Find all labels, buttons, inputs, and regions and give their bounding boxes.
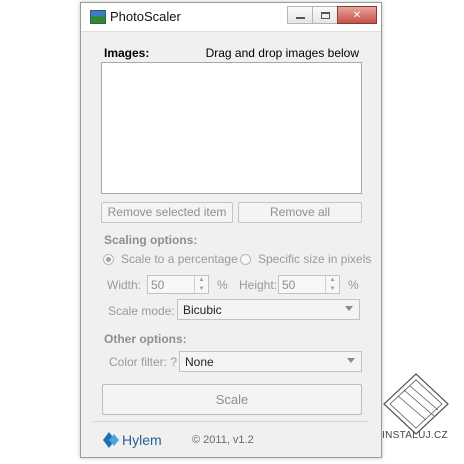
close-icon: ✕	[352, 9, 362, 21]
width-value: 50	[151, 278, 165, 292]
drag-drop-hint: Drag and drop images below	[205, 46, 359, 60]
scale-percentage-radio[interactable]	[103, 254, 114, 265]
height-value: 50	[282, 278, 296, 292]
title-bar[interactable]: PhotoScaler ✕	[81, 3, 381, 32]
window-controls: ✕	[287, 6, 377, 24]
main-panel: Images: Drag and drop images below Remov…	[81, 32, 381, 457]
color-filter-label: Color filter: ?	[109, 355, 178, 369]
close-button[interactable]: ✕	[337, 6, 377, 24]
app-icon	[90, 10, 106, 24]
width-stepper[interactable]: 50 ▲ ▼	[147, 275, 209, 294]
color-filter-value: None	[185, 355, 214, 369]
window-title: PhotoScaler	[110, 9, 181, 24]
color-filter-select[interactable]: None	[179, 351, 362, 372]
footer-divider	[93, 421, 369, 422]
hylem-logo: Hylem	[103, 432, 162, 448]
height-stepper[interactable]: 50 ▲ ▼	[278, 275, 340, 294]
spin-down-icon[interactable]: ▼	[195, 285, 208, 294]
chevron-down-icon[interactable]	[345, 306, 353, 311]
specific-size-label[interactable]: Specific size in pixels	[258, 252, 371, 266]
scaling-options-heading: Scaling options:	[104, 233, 198, 247]
width-unit: %	[217, 278, 228, 292]
maximize-button[interactable]	[312, 6, 338, 24]
spin-up-icon[interactable]: ▲	[326, 276, 339, 285]
height-spin-arrows[interactable]: ▲ ▼	[325, 276, 339, 293]
scale-button[interactable]: Scale	[102, 384, 362, 415]
specific-size-radio[interactable]	[240, 254, 251, 265]
images-label: Images:	[104, 46, 150, 60]
images-list[interactable]	[101, 62, 362, 194]
width-label: Width:	[107, 278, 142, 292]
copyright-text: © 2011, v1.2	[192, 434, 254, 446]
scale-percentage-label[interactable]: Scale to a percentage	[121, 252, 238, 266]
brand-text: Hylem	[122, 432, 162, 448]
maximize-icon	[320, 11, 330, 19]
width-spin-arrows[interactable]: ▲ ▼	[194, 276, 208, 293]
height-unit: %	[348, 278, 359, 292]
spin-down-icon[interactable]: ▼	[326, 285, 339, 294]
other-options-heading: Other options:	[104, 332, 187, 346]
spin-up-icon[interactable]: ▲	[195, 276, 208, 285]
scale-mode-value: Bicubic	[183, 303, 222, 317]
chevron-down-icon[interactable]	[347, 358, 355, 363]
remove-all-button[interactable]: Remove all	[238, 202, 362, 223]
height-label: Height:	[239, 278, 278, 292]
scale-mode-select[interactable]: Bicubic	[177, 299, 360, 320]
remove-selected-button[interactable]: Remove selected item	[101, 202, 233, 223]
minimize-button[interactable]	[287, 6, 313, 24]
minimize-icon	[295, 17, 305, 19]
scale-mode-label: Scale mode:	[108, 304, 175, 318]
watermark-text: INSTALUJ.CZ	[382, 430, 448, 441]
app-window: PhotoScaler ✕ Images: Drag and drop imag…	[80, 2, 382, 458]
